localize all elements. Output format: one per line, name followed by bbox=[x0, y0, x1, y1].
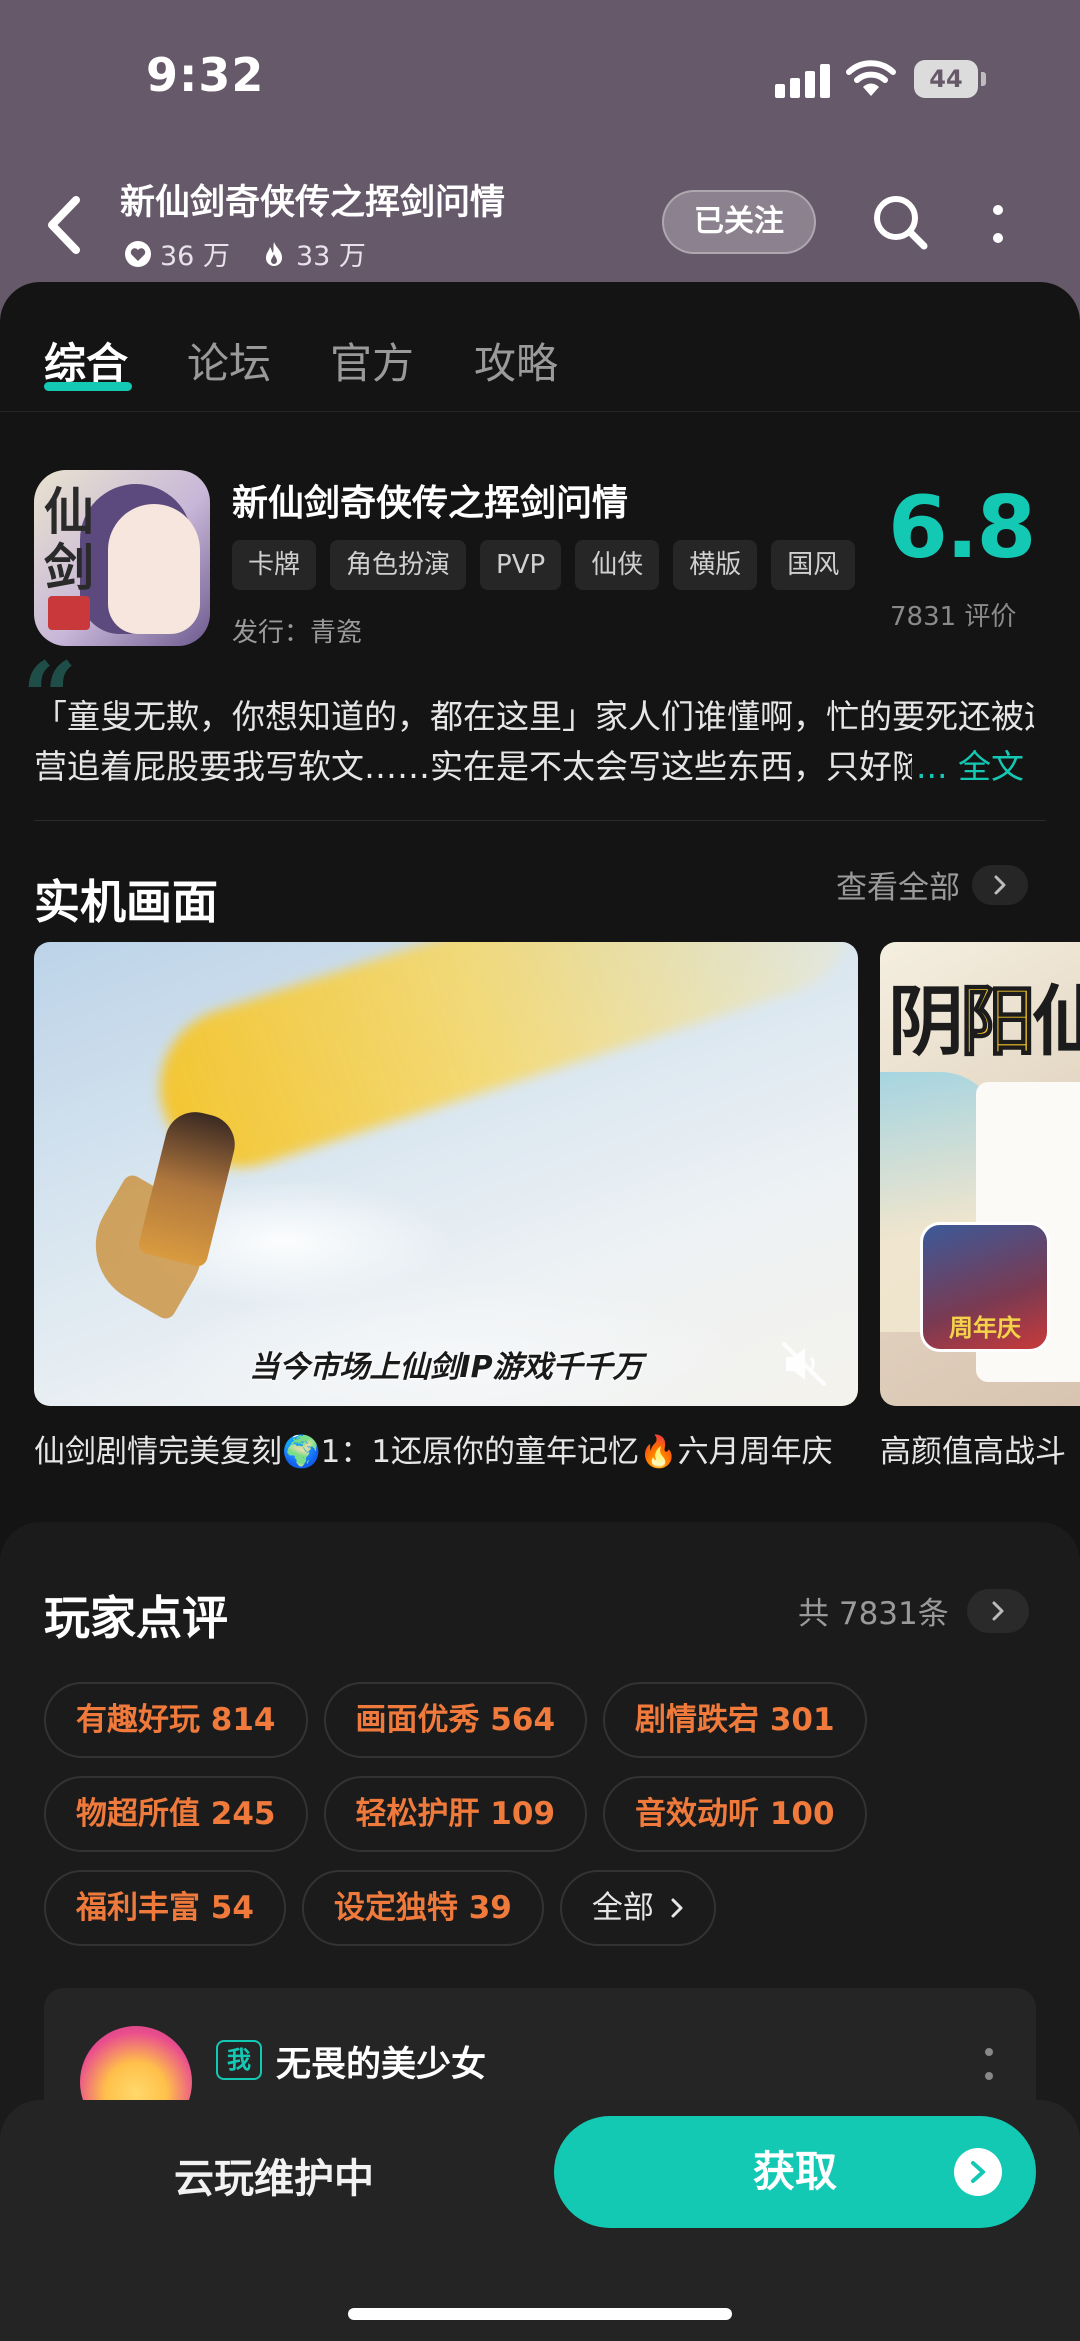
genre-tag[interactable]: 横版 bbox=[673, 540, 758, 590]
tab-active-indicator bbox=[44, 382, 132, 391]
genre-tag[interactable]: 仙侠 bbox=[575, 540, 660, 590]
game-header: 新仙剑奇侠传之挥剑问情 36 万 33 万 已关注 bbox=[0, 160, 1080, 280]
back-arrow-icon[interactable] bbox=[40, 192, 90, 258]
chevron-right-icon bbox=[972, 864, 1028, 905]
signal-icon bbox=[775, 62, 831, 98]
review-tag-chip[interactable]: 福利丰富 54 bbox=[44, 1870, 286, 1946]
character-figure bbox=[136, 1105, 242, 1269]
review-tag-chip[interactable]: 设定独特 39 bbox=[301, 1870, 544, 1946]
genre-tag[interactable]: 国风 bbox=[771, 540, 856, 590]
cloud-play-status[interactable]: 云玩维护中 bbox=[174, 2146, 374, 2204]
app-icon-text: 仙剑 bbox=[44, 482, 94, 597]
chevron-right-icon bbox=[966, 1588, 1029, 1633]
battery-icon: 44 bbox=[914, 60, 986, 98]
review-tag-chip[interactable]: 画面优秀 564 bbox=[323, 1682, 588, 1758]
search-icon[interactable] bbox=[868, 190, 932, 254]
follow-button[interactable]: 已关注 bbox=[662, 190, 816, 254]
genre-tag[interactable]: 角色扮演 bbox=[330, 540, 467, 590]
video-subtitle: 当今市场上仙剑IP游戏千千万 bbox=[249, 1350, 643, 1385]
rating-count[interactable]: 7831 评价 bbox=[890, 596, 1016, 633]
likes-count: 36 万 bbox=[160, 241, 230, 272]
read-more-link[interactable]: ... 全文 bbox=[912, 742, 1024, 792]
video-2-title-art: 阴阳仙 bbox=[888, 976, 1080, 1067]
anniversary-badge-label: 周年庆 bbox=[949, 1314, 1021, 1342]
tab-official[interactable]: 官方 bbox=[330, 330, 414, 391]
game-stats: 36 万 33 万 bbox=[124, 234, 396, 273]
reviews-section-title: 玩家点评 bbox=[44, 1591, 228, 1645]
reviews-total-label: 共 7831条 bbox=[798, 1596, 949, 1632]
status-time: 9:32 bbox=[146, 48, 265, 102]
video-caption[interactable]: 仙剑剧情完美复刻🌍1：1还原你的童年记忆🔥六月周年庆 bbox=[34, 1426, 854, 1471]
genre-tags: 卡牌 角色扮演 PVP 仙侠 横版 国风 bbox=[232, 540, 869, 590]
genre-tag[interactable]: 卡牌 bbox=[232, 540, 317, 590]
review-tag-chip[interactable]: 音效动听 100 bbox=[603, 1776, 867, 1852]
view-all-label: 查看全部 bbox=[836, 870, 960, 906]
bottom-action-bar: 云玩维护中 获取 bbox=[0, 2100, 1080, 2341]
review-tag-chip[interactable]: 物超所值 245 bbox=[44, 1776, 308, 1852]
me-badge: 我 bbox=[216, 2040, 262, 2080]
game-app-icon: 仙剑 bbox=[34, 470, 210, 646]
rating-score: 6.8 bbox=[888, 478, 1036, 578]
review-tag-chip[interactable]: 轻松护肝 109 bbox=[323, 1776, 588, 1852]
more-vertical-icon[interactable] bbox=[982, 2044, 996, 2084]
all-tags-button[interactable]: 全部 bbox=[559, 1870, 716, 1946]
get-button[interactable]: 获取 bbox=[554, 2116, 1036, 2228]
tab-forum[interactable]: 论坛 bbox=[187, 330, 271, 391]
anniversary-badge: 周年庆 bbox=[920, 1222, 1050, 1352]
home-indicator bbox=[348, 2308, 732, 2320]
screenshots-section-title: 实机画面 bbox=[34, 875, 218, 929]
genre-tag[interactable]: PVP bbox=[480, 540, 562, 590]
view-all-button[interactable]: 查看全部 bbox=[836, 862, 1028, 907]
tab-guides[interactable]: 攻略 bbox=[474, 330, 558, 391]
chevron-right-icon bbox=[671, 1898, 683, 1918]
game-description[interactable]: 「童叟无欺，你想知道的，都在这里」家人们谁懂啊，忙的要死还被运 营追着屁股要我写… bbox=[34, 692, 1034, 792]
all-tags-label: 全部 bbox=[591, 1890, 654, 1926]
video-thumbnail-2[interactable]: 阴阳仙 周年庆 bbox=[880, 942, 1080, 1406]
video-thumbnail[interactable]: 当今市场上仙剑IP游戏千千万 bbox=[34, 942, 858, 1406]
video-caption[interactable]: 高颜值高战斗 bbox=[880, 1426, 1080, 1471]
flame-icon bbox=[265, 241, 282, 266]
heart-icon bbox=[125, 240, 151, 267]
wifi-icon bbox=[846, 60, 896, 96]
battery-level: 44 bbox=[914, 60, 978, 98]
review-tag-chip[interactable]: 剧情跌宕 301 bbox=[603, 1682, 867, 1758]
heat-count: 33 万 bbox=[295, 241, 366, 272]
reviewer-name[interactable]: 无畏的美少女 bbox=[276, 2036, 486, 2087]
tab-bar: 综合 论坛 官方 攻略 bbox=[0, 282, 1080, 412]
more-vertical-icon[interactable] bbox=[978, 200, 1018, 250]
publisher-label[interactable]: 发行：青瓷 bbox=[232, 612, 362, 649]
review-tag-chips: 有趣好玩 814 画面优秀 564 剧情跌宕 301 物超所值 245 轻松护肝… bbox=[44, 1682, 1044, 1964]
review-tag-chip[interactable]: 有趣好玩 814 bbox=[44, 1682, 308, 1758]
reviews-total-button[interactable]: 共 7831条 bbox=[798, 1588, 1029, 1633]
mute-icon[interactable] bbox=[778, 1338, 830, 1390]
description-line: 营追着屁股要我写软文……实在是不太会写这些东西，只好随 bbox=[34, 747, 925, 786]
divider bbox=[34, 820, 1046, 821]
status-bar: 9:32 44 bbox=[0, 0, 1080, 160]
arrow-right-circle-icon bbox=[954, 2148, 1002, 2196]
description-line: 「童叟无欺，你想知道的，都在这里」家人们谁懂啊，忙的要死还被运 bbox=[34, 697, 1034, 736]
header-title: 新仙剑奇侠传之挥剑问情 bbox=[120, 183, 506, 223]
game-name: 新仙剑奇侠传之挥剑问情 bbox=[232, 483, 629, 524]
